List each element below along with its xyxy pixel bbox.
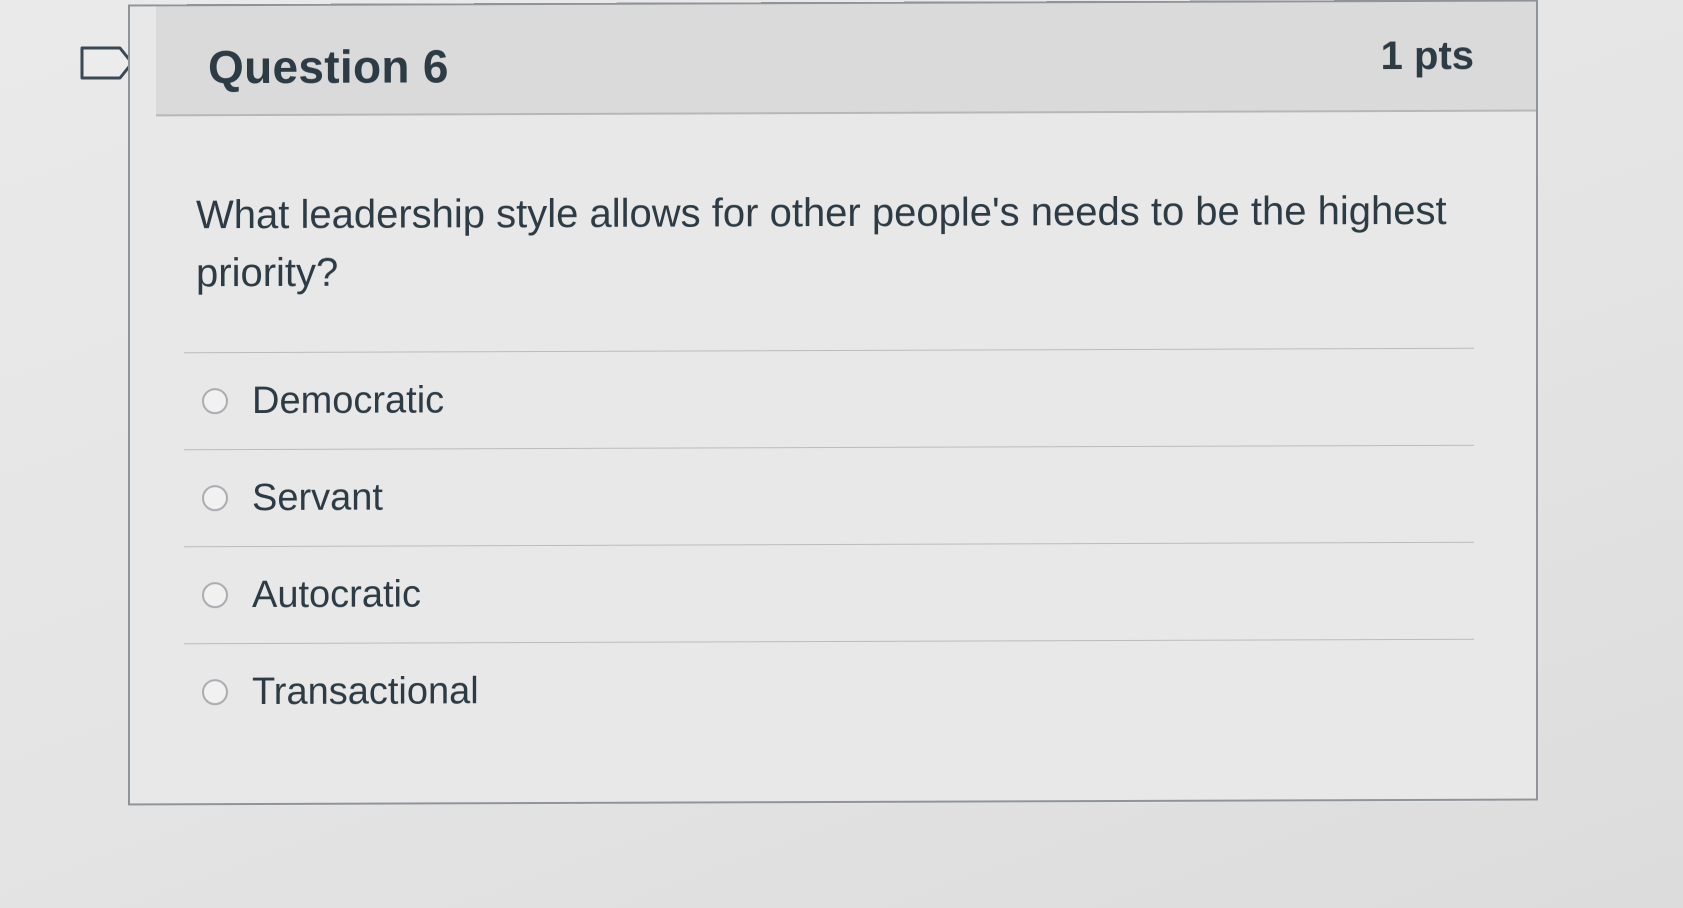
answer-option-autocratic[interactable]: Autocratic bbox=[184, 543, 1474, 644]
radio-circle-icon[interactable] bbox=[202, 485, 228, 512]
question-title: Question 6 bbox=[208, 40, 449, 94]
quiz-page: Question 6 1 pts What leadership style a… bbox=[0, 0, 1683, 908]
answer-option-transactional[interactable]: Transactional bbox=[184, 640, 1474, 741]
answer-label: Autocratic bbox=[252, 572, 421, 616]
answer-list: Democratic Servant Autocratic Transactio… bbox=[184, 347, 1474, 741]
answer-option-servant[interactable]: Servant bbox=[184, 446, 1474, 547]
answer-label: Democratic bbox=[252, 378, 445, 422]
radio-circle-icon[interactable] bbox=[202, 679, 228, 706]
radio-circle-icon[interactable] bbox=[202, 582, 228, 609]
answer-label: Transactional bbox=[252, 669, 479, 713]
answer-option-democratic[interactable]: Democratic bbox=[184, 349, 1474, 450]
question-text: What leadership style allows for other p… bbox=[196, 188, 1447, 296]
question-header: Question 6 1 pts bbox=[156, 1, 1536, 117]
question-card: Question 6 1 pts What leadership style a… bbox=[128, 0, 1538, 806]
radio-circle-icon[interactable] bbox=[202, 388, 228, 415]
answer-label: Servant bbox=[252, 476, 383, 519]
question-points: 1 pts bbox=[1380, 33, 1474, 79]
flag-question-icon[interactable] bbox=[80, 46, 134, 80]
